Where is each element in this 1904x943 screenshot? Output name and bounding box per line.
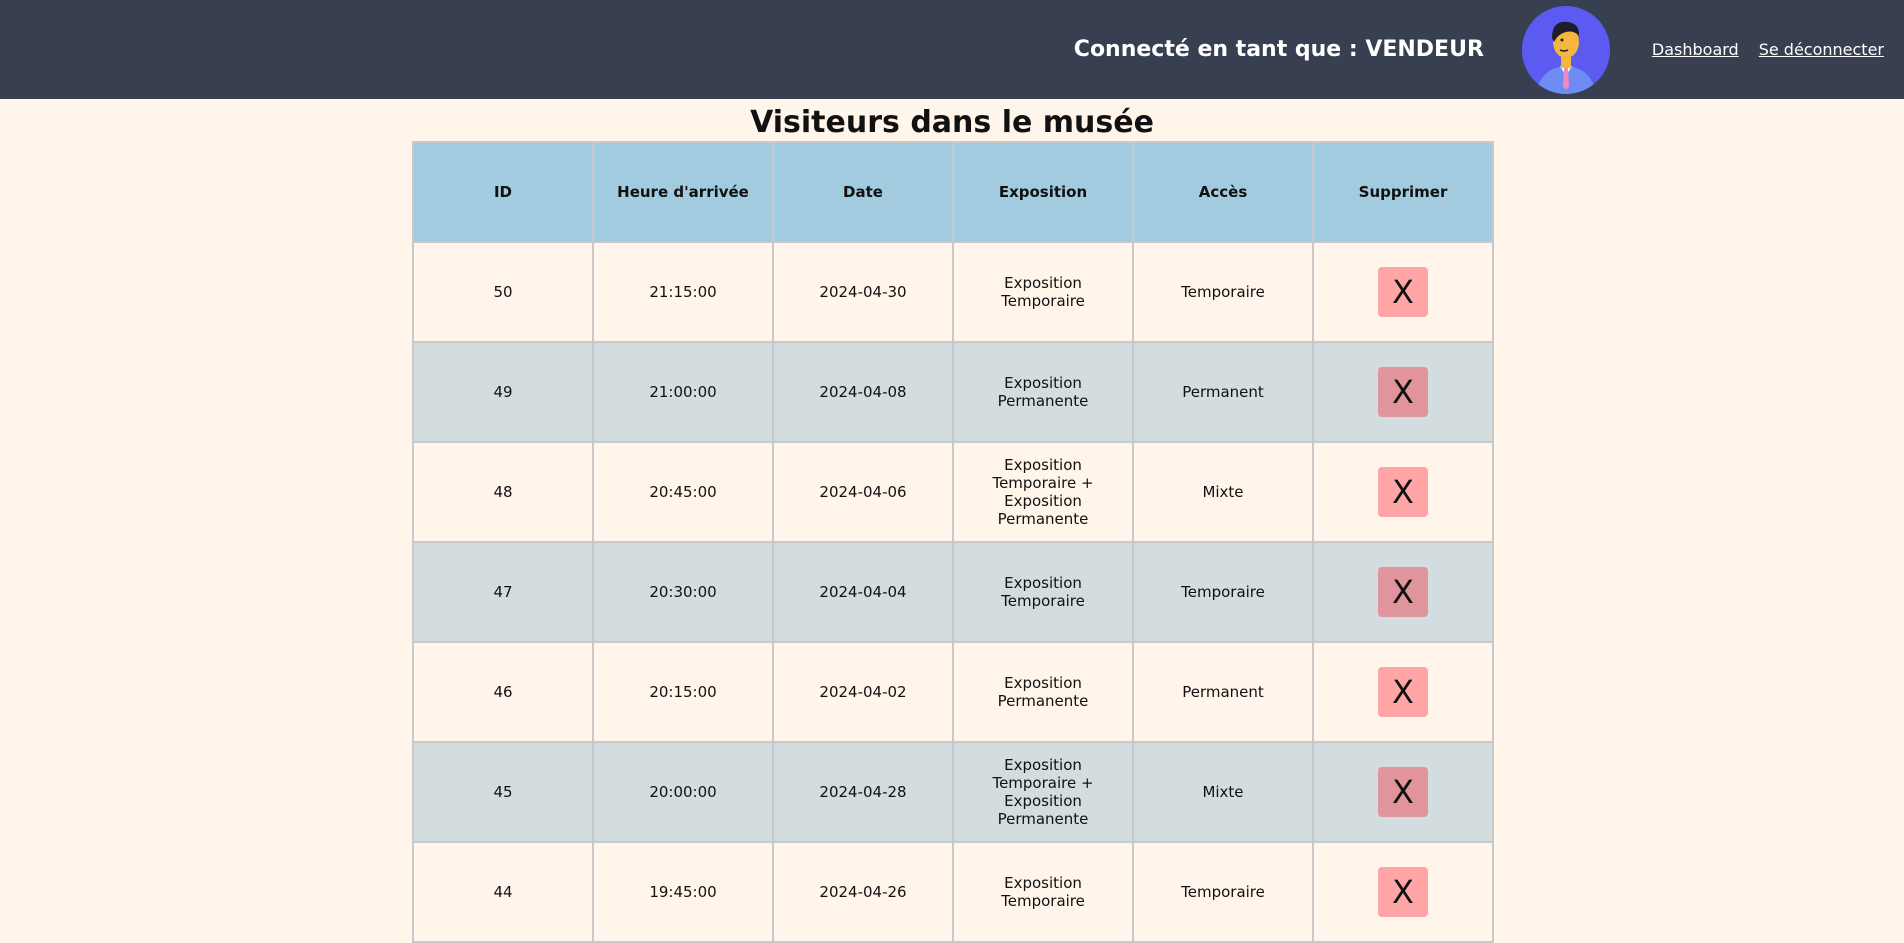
cell-id: 44: [412, 841, 594, 943]
cell-exposition: Exposition Permanente: [952, 341, 1134, 443]
cell-exposition: Exposition Permanente: [952, 641, 1134, 743]
table-row: 48 20:45:00 2024-04-06 Exposition Tempor…: [412, 441, 1494, 543]
cell-delete: X: [1312, 241, 1494, 343]
column-header-delete: Supprimer: [1312, 141, 1494, 243]
table-row: 49 21:00:00 2024-04-08 Exposition Perman…: [412, 341, 1494, 443]
delete-button[interactable]: X: [1378, 267, 1428, 317]
cell-id: 46: [412, 641, 594, 743]
cell-id: 47: [412, 541, 594, 643]
cell-arrival-time: 20:30:00: [592, 541, 774, 643]
cell-exposition: Exposition Temporaire + Exposition Perma…: [952, 441, 1134, 543]
cell-access: Temporaire: [1132, 241, 1314, 343]
cell-id: 50: [412, 241, 594, 343]
cell-arrival-time: 20:00:00: [592, 741, 774, 843]
cell-exposition: Exposition Temporaire: [952, 241, 1134, 343]
table-row: 45 20:00:00 2024-04-28 Exposition Tempor…: [412, 741, 1494, 843]
page-title: Visiteurs dans le musée: [750, 105, 1154, 140]
cell-exposition: Exposition Temporaire + Exposition Perma…: [952, 741, 1134, 843]
table-row: 46 20:15:00 2024-04-02 Exposition Perman…: [412, 641, 1494, 743]
delete-button[interactable]: X: [1378, 467, 1428, 517]
delete-button[interactable]: X: [1378, 767, 1428, 817]
cell-arrival-time: 20:15:00: [592, 641, 774, 743]
cell-id: 49: [412, 341, 594, 443]
cell-access: Temporaire: [1132, 841, 1314, 943]
cell-arrival-time: 21:00:00: [592, 341, 774, 443]
column-header-id: ID: [412, 141, 594, 243]
user-label: Connecté en tant que : VENDEUR: [1073, 37, 1484, 62]
delete-button[interactable]: X: [1378, 567, 1428, 617]
cell-arrival-time: 21:15:00: [592, 241, 774, 343]
table-row: 44 19:45:00 2024-04-26 Exposition Tempor…: [412, 841, 1494, 943]
cell-delete: X: [1312, 341, 1494, 443]
cell-access: Permanent: [1132, 341, 1314, 443]
cell-date: 2024-04-28: [772, 741, 954, 843]
delete-button[interactable]: X: [1378, 367, 1428, 417]
delete-button[interactable]: X: [1378, 867, 1428, 917]
column-header-arrival-time: Heure d'arrivée: [592, 141, 774, 243]
table-header-row: ID Heure d'arrivée Date Exposition Accès…: [412, 141, 1494, 243]
delete-button[interactable]: X: [1378, 667, 1428, 717]
cell-delete: X: [1312, 841, 1494, 943]
cell-delete: X: [1312, 541, 1494, 643]
cell-access: Permanent: [1132, 641, 1314, 743]
table-row: 50 21:15:00 2024-04-30 Exposition Tempor…: [412, 241, 1494, 343]
top-bar: Connecté en tant que : VENDEUR Dashboard…: [0, 0, 1904, 99]
cell-arrival-time: 20:45:00: [592, 441, 774, 543]
cell-id: 45: [412, 741, 594, 843]
nav-dashboard-link[interactable]: Dashboard: [1652, 40, 1739, 59]
avatar: [1521, 5, 1610, 94]
cell-delete: X: [1312, 641, 1494, 743]
cell-id: 48: [412, 441, 594, 543]
cell-arrival-time: 19:45:00: [592, 841, 774, 943]
cell-date: 2024-04-26: [772, 841, 954, 943]
column-header-exposition: Exposition: [952, 141, 1134, 243]
cell-date: 2024-04-30: [772, 241, 954, 343]
cell-access: Mixte: [1132, 441, 1314, 543]
cell-date: 2024-04-06: [772, 441, 954, 543]
cell-access: Temporaire: [1132, 541, 1314, 643]
cell-delete: X: [1312, 441, 1494, 543]
user-avatar-icon: [1521, 5, 1610, 94]
cell-date: 2024-04-04: [772, 541, 954, 643]
column-header-date: Date: [772, 141, 954, 243]
table-row: 47 20:30:00 2024-04-04 Exposition Tempor…: [412, 541, 1494, 643]
column-header-access: Accès: [1132, 141, 1314, 243]
cell-date: 2024-04-02: [772, 641, 954, 743]
cell-access: Mixte: [1132, 741, 1314, 843]
nav-logout-link[interactable]: Se déconnecter: [1759, 40, 1884, 59]
cell-delete: X: [1312, 741, 1494, 843]
cell-date: 2024-04-08: [772, 341, 954, 443]
cell-exposition: Exposition Temporaire: [952, 841, 1134, 943]
visitors-table: ID Heure d'arrivée Date Exposition Accès…: [412, 141, 1494, 943]
cell-exposition: Exposition Temporaire: [952, 541, 1134, 643]
